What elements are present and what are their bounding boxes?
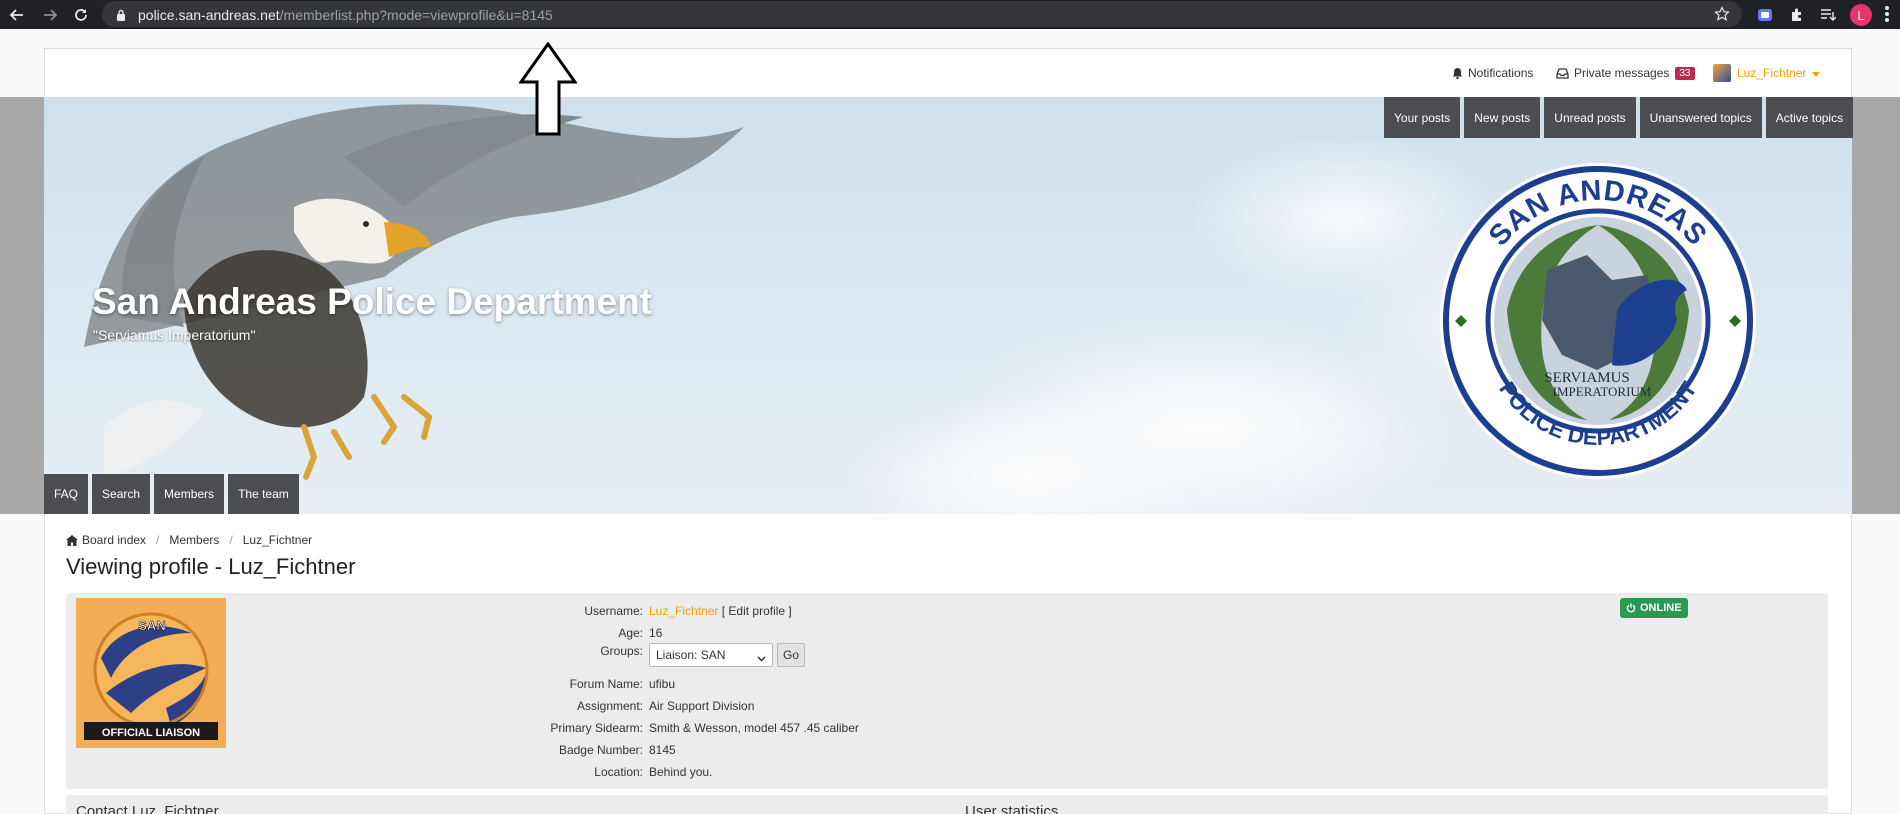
sidearm-value: Smith & Wesson, model 457 .45 caliber	[649, 721, 859, 735]
chevron-down-icon	[757, 651, 766, 665]
banner-band-left	[0, 97, 44, 514]
label-location: Location:	[594, 765, 643, 779]
tab-your-posts[interactable]: Your posts	[1384, 97, 1461, 138]
private-messages-label: Private messages	[1574, 66, 1670, 80]
notifications-link[interactable]: Notifications	[1452, 63, 1533, 83]
tab-unread-posts[interactable]: Unread posts	[1544, 97, 1636, 138]
username-row: Luz_Fichtner [ Edit profile ]	[649, 604, 792, 618]
user-menu[interactable]: Luz_Fichtner	[1713, 63, 1821, 83]
groups-select-value: Liaison: SAN	[656, 648, 726, 662]
breadcrumb-separator: /	[229, 533, 233, 547]
site-description: "Serviamus Imperatorium"	[93, 327, 256, 343]
statistics-section-title: User statistics	[965, 803, 1059, 814]
avatar-top-text: SAN	[138, 618, 165, 633]
browser-toolbar: police.san-andreas.net/memberlist.php?mo…	[0, 0, 1900, 29]
private-messages-link[interactable]: Private messages 33	[1556, 63, 1695, 83]
caret-down-icon	[1812, 66, 1821, 80]
puzzle-icon[interactable]	[1787, 5, 1807, 25]
breadcrumb-separator: /	[156, 533, 160, 547]
label-age: Age:	[618, 626, 643, 640]
back-icon[interactable]	[6, 4, 28, 26]
browser-menu-icon[interactable]	[1882, 6, 1892, 24]
username-value[interactable]: Luz_Fichtner	[649, 604, 718, 618]
main-nav-bar: FAQ Search Members The team	[44, 474, 303, 514]
profile-panel: SAN OFFICIAL LIAISON Username: Age: Grou…	[66, 593, 1828, 789]
nav-faq[interactable]: FAQ	[44, 474, 89, 514]
extension-icon[interactable]	[1755, 5, 1775, 25]
groups-select[interactable]: Liaison: SAN	[649, 643, 773, 667]
assignment-value: Air Support Division	[649, 699, 755, 713]
breadcrumb: Board index / Members / Luz_Fichtner	[66, 533, 312, 547]
department-seal-logo: SAN ANDREAS POLICE DEPARTMENT SERVIAMUS …	[1440, 163, 1756, 479]
online-status-text: ONLINE	[1640, 602, 1682, 614]
home-icon	[66, 534, 78, 546]
bell-icon	[1452, 67, 1463, 79]
breadcrumb-current[interactable]: Luz_Fichtner	[243, 533, 312, 547]
label-username: Username:	[584, 604, 643, 618]
age-value: 16	[649, 626, 663, 640]
notifications-label: Notifications	[1468, 66, 1534, 80]
tab-active-topics[interactable]: Active topics	[1765, 97, 1854, 138]
online-status-badge: ONLINE	[1620, 598, 1688, 618]
nav-members[interactable]: Members	[154, 474, 225, 514]
tab-unanswered-topics[interactable]: Unanswered topics	[1639, 97, 1762, 138]
label-assignment: Assignment:	[576, 699, 643, 713]
profile-avatar: SAN OFFICIAL LIAISON	[76, 598, 226, 748]
profile-sections-row: Contact Luz_Fichtner User statistics	[66, 795, 1828, 814]
pm-count-badge: 33	[1675, 66, 1695, 80]
quick-links-bar: Your posts New posts Unread posts Unansw…	[1384, 97, 1854, 138]
tab-new-posts[interactable]: New posts	[1464, 97, 1541, 138]
browser-profile-avatar[interactable]: L	[1850, 4, 1872, 26]
url-text: police.san-andreas.net/memberlist.php?mo…	[138, 7, 553, 23]
user-menu-name: Luz_Fichtner	[1737, 66, 1807, 80]
badge-number-value: 8145	[649, 743, 676, 757]
groups-go-button[interactable]: Go	[777, 643, 805, 667]
reading-list-icon[interactable]	[1818, 5, 1838, 25]
power-icon	[1626, 603, 1636, 613]
location-value: Behind you.	[649, 765, 713, 779]
breadcrumb-board-index[interactable]: Board index	[82, 533, 146, 547]
forward-icon[interactable]	[39, 4, 61, 26]
label-forum-name: Forum Name:	[569, 677, 643, 691]
forum-name-value: ufibu	[649, 677, 676, 691]
reload-icon[interactable]	[70, 4, 92, 26]
lock-icon[interactable]	[116, 8, 126, 26]
page-title: Viewing profile - Luz_Fichtner	[66, 554, 356, 579]
nav-search[interactable]: Search	[92, 474, 151, 514]
breadcrumb-members[interactable]: Members	[169, 533, 219, 547]
seal-motto-2: IMPERATORIUM	[1553, 384, 1652, 399]
star-icon[interactable]	[1714, 6, 1730, 27]
banner-band-right	[1852, 97, 1900, 514]
label-sidearm: Primary Sidearm:	[550, 721, 643, 735]
inbox-icon	[1556, 67, 1569, 79]
address-bar[interactable]: police.san-andreas.net/memberlist.php?mo…	[102, 1, 1742, 27]
nav-the-team[interactable]: The team	[228, 474, 299, 514]
label-badge-number: Badge Number:	[558, 743, 643, 757]
user-avatar	[1713, 64, 1731, 82]
up-arrow-annotation-icon	[519, 42, 577, 136]
edit-profile-link[interactable]: [ Edit profile ]	[722, 604, 792, 618]
site-banner: San Andreas Police Department "Serviamus…	[44, 97, 1852, 514]
label-groups: Groups:	[600, 644, 643, 658]
avatar-bottom-text: OFFICIAL LIAISON	[102, 727, 200, 739]
site-title[interactable]: San Andreas Police Department	[92, 281, 652, 323]
contact-section-title: Contact Luz_Fichtner	[76, 803, 219, 814]
